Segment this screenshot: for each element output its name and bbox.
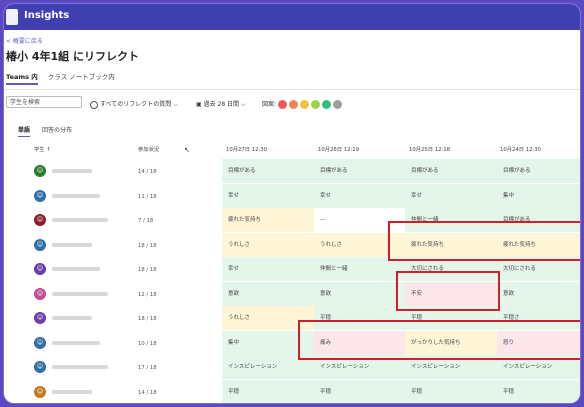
tab-response-distribution[interactable]: 回答の分布 bbox=[42, 127, 72, 134]
date-column-header-3[interactable]: 10月25日 12:18 bbox=[409, 145, 450, 153]
student-name-redacted bbox=[52, 365, 108, 369]
reflection-cell[interactable]: 幸せ bbox=[405, 183, 497, 209]
student-name-redacted bbox=[52, 340, 100, 345]
emotion-chip-3[interactable] bbox=[299, 100, 309, 109]
student-name-redacted bbox=[52, 242, 92, 247]
student-avatar[interactable]: ☺ bbox=[34, 287, 46, 300]
title-bar: Insights bbox=[4, 4, 580, 30]
page-title: 椿小 4年1組 にリフレクト bbox=[6, 50, 139, 63]
student-name-redacted bbox=[52, 218, 108, 222]
person-icon: ☺ bbox=[36, 338, 44, 346]
person-icon: ☺ bbox=[36, 314, 44, 321]
divider bbox=[4, 89, 580, 90]
student-avatar[interactable]: ☺ bbox=[34, 312, 46, 324]
reflection-cell[interactable]: 目標がある bbox=[497, 159, 580, 184]
highlight-anxiety bbox=[396, 271, 500, 311]
question-filter[interactable]: すべてのリフレクトの質問 ⌵ bbox=[90, 99, 178, 109]
student-column-header[interactable]: 学生 ↑ bbox=[34, 145, 51, 153]
student-name-redacted bbox=[52, 193, 100, 198]
highlight-tired-feelings bbox=[388, 221, 580, 261]
student-name-redacted bbox=[52, 389, 92, 394]
participation-value: 14 / 18 bbox=[138, 169, 157, 175]
reflection-cell[interactable]: 幸せ bbox=[222, 257, 314, 282]
student-avatar[interactable]: ☺ bbox=[34, 336, 46, 349]
radio-icon bbox=[90, 100, 98, 109]
calendar-icon: ▣ bbox=[196, 101, 202, 108]
chevron-down-icon: ⌵ bbox=[173, 101, 178, 108]
source-tabs: Teams 内 クラス ノートブック内 bbox=[6, 71, 123, 85]
reflection-cell[interactable]: 平穏 bbox=[405, 379, 497, 403]
student-avatar[interactable]: ☺ bbox=[34, 263, 46, 275]
highlight-negative-feelings bbox=[298, 320, 580, 360]
period-filter-label: 過去 28 日間 bbox=[203, 101, 240, 108]
emotion-chip-1[interactable] bbox=[277, 100, 287, 109]
person-icon: ☺ bbox=[36, 265, 44, 272]
mouse-cursor-icon: ↖ bbox=[184, 146, 190, 154]
student-search-input[interactable]: 学生を検索 bbox=[6, 96, 82, 108]
emotion-chip-2[interactable] bbox=[288, 100, 298, 109]
tab-words[interactable]: 単語 bbox=[18, 127, 31, 137]
reflection-cell[interactable]: 意欲 bbox=[497, 281, 580, 307]
participation-value: 10 / 18 bbox=[138, 340, 157, 347]
insights-window: Insights < 概要に戻る 椿小 4年1組 にリフレクト Teams 内 … bbox=[4, 4, 580, 403]
student-avatar[interactable]: ☺ bbox=[34, 165, 46, 177]
participation-column-header[interactable]: 参加状況 bbox=[138, 145, 159, 153]
view-tabs: 単語 回答の分布 bbox=[18, 125, 82, 137]
date-column-header-1[interactable]: 10月27日 12:30 bbox=[226, 145, 267, 153]
question-filter-label: すべてのリフレクトの質問 bbox=[99, 101, 172, 108]
student-name-redacted bbox=[52, 291, 108, 296]
participation-value: 7 / 18 bbox=[138, 218, 154, 224]
reflection-cell[interactable]: 疲れた気持ち bbox=[222, 208, 314, 233]
student-avatar[interactable]: ☺ bbox=[34, 214, 46, 226]
person-icon: ☺ bbox=[36, 167, 44, 174]
person-icon: ☺ bbox=[36, 216, 44, 223]
emotion-filter: 図案: bbox=[262, 99, 344, 109]
reflection-cell[interactable]: 幸せ bbox=[314, 183, 405, 209]
chevron-down-icon: ⌵ bbox=[240, 101, 246, 108]
reflection-cell[interactable]: 集中 bbox=[497, 183, 580, 209]
back-to-overview-link[interactable]: < 概要に戻る bbox=[6, 36, 43, 45]
student-avatar[interactable]: ☺ bbox=[34, 385, 46, 398]
participation-value: 14 / 18 bbox=[138, 389, 157, 396]
reflection-cell[interactable]: 平穏 bbox=[497, 379, 580, 403]
period-filter[interactable]: ▣ 過去 28 日間 ⌵ bbox=[196, 99, 246, 109]
reflection-cell[interactable]: 意欲 bbox=[222, 281, 314, 307]
reflection-cell[interactable]: 目標がある bbox=[314, 159, 405, 184]
reflection-cell[interactable]: 平穏 bbox=[314, 379, 405, 403]
tab-class-notebook[interactable]: クラス ノートブック内 bbox=[48, 73, 115, 81]
participation-value: 18 / 18 bbox=[138, 316, 157, 322]
emotion-chip-4[interactable] bbox=[310, 100, 320, 109]
person-icon: ☺ bbox=[36, 387, 44, 395]
participation-value: 18 / 18 bbox=[138, 242, 157, 249]
student-name-redacted bbox=[52, 267, 100, 271]
student-avatar[interactable]: ☺ bbox=[34, 189, 46, 202]
date-column-header-2[interactable]: 10月26日 12:19 bbox=[318, 145, 359, 153]
student-avatar[interactable]: ☺ bbox=[34, 238, 46, 251]
participation-value: 12 / 18 bbox=[138, 291, 157, 298]
reflection-cell[interactable]: うれしさ bbox=[222, 232, 314, 258]
app-title: Insights bbox=[24, 10, 70, 21]
emotion-filter-label: 図案: bbox=[262, 101, 277, 108]
participation-value: 17 / 18 bbox=[138, 365, 157, 371]
person-icon: ☺ bbox=[36, 363, 44, 370]
emotion-chip-6[interactable] bbox=[332, 100, 342, 109]
person-icon: ☺ bbox=[36, 240, 44, 248]
tab-in-teams[interactable]: Teams 内 bbox=[6, 73, 38, 85]
reflection-cell[interactable]: 目標がある bbox=[222, 159, 314, 184]
participation-value: 18 / 18 bbox=[138, 267, 157, 273]
insights-app-icon bbox=[6, 9, 18, 25]
emotion-chip-5[interactable] bbox=[321, 100, 331, 109]
reflection-cell[interactable]: 平穏 bbox=[222, 379, 314, 403]
student-avatar[interactable]: ☺ bbox=[34, 361, 46, 373]
student-name-redacted bbox=[52, 169, 92, 173]
person-icon: ☺ bbox=[36, 191, 44, 199]
student-name-redacted bbox=[52, 316, 92, 320]
date-column-header-4[interactable]: 10月24日 12:30 bbox=[500, 145, 541, 153]
reflection-cell[interactable]: 意欲 bbox=[314, 281, 405, 307]
participation-value: 11 / 18 bbox=[138, 193, 157, 200]
reflection-cell[interactable]: 目標がある bbox=[405, 159, 497, 184]
reflection-cell[interactable]: 幸せ bbox=[222, 183, 314, 209]
person-icon: ☺ bbox=[36, 289, 44, 297]
